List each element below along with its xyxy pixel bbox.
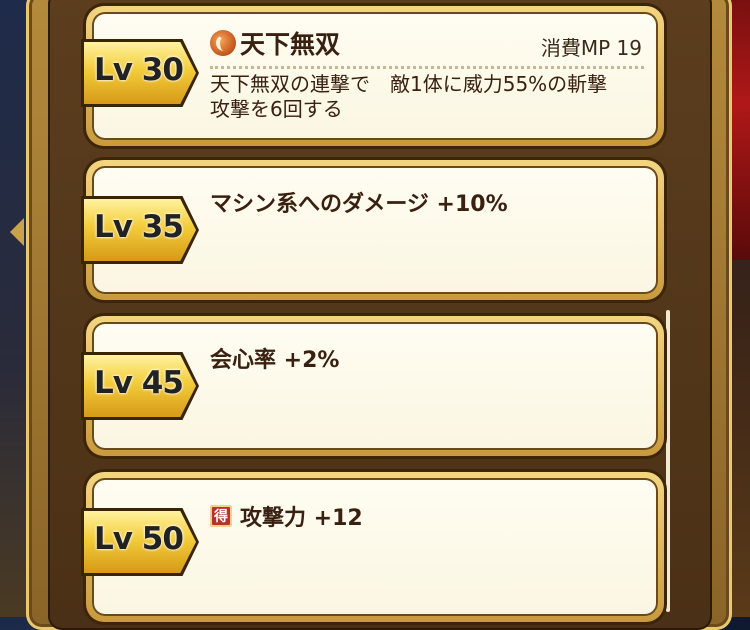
toku-badge-icon: 得 bbox=[210, 505, 232, 527]
scrollbar[interactable] bbox=[666, 310, 670, 612]
skill-effect-text: 攻撃力 +12 bbox=[240, 506, 363, 531]
level-label: Lv 50 bbox=[94, 521, 184, 557]
skill-effect: マシン系へのダメージ +10% bbox=[210, 186, 508, 218]
left-arrow-icon[interactable] bbox=[10, 218, 24, 246]
level-badge-lv50: Lv 50 bbox=[81, 508, 199, 576]
skill-effect-text: 会心率 +2% bbox=[210, 348, 340, 373]
skill-effect: 得 攻撃力 +12 bbox=[210, 500, 363, 532]
skill-slash-icon bbox=[210, 30, 236, 56]
skill-description: 天下無双の連撃で 敵1体に威力55%の斬撃 攻撃を6回する bbox=[210, 72, 608, 121]
decoration bbox=[732, 0, 750, 260]
skill-effect: 会心率 +2% bbox=[210, 342, 339, 374]
level-label: Lv 45 bbox=[94, 365, 184, 401]
level-label: Lv 30 bbox=[94, 52, 184, 88]
level-label: Lv 35 bbox=[94, 209, 184, 245]
level-badge-lv35: Lv 35 bbox=[81, 196, 199, 264]
skill-name-text: 天下無双 bbox=[240, 30, 341, 59]
skill-effect-text: マシン系へのダメージ +10% bbox=[210, 192, 508, 217]
divider bbox=[210, 66, 644, 69]
mp-cost: 消費MP 19 bbox=[540, 36, 642, 60]
level-badge-lv30: Lv 30 bbox=[81, 39, 199, 107]
skill-name: 天下無双 bbox=[210, 25, 340, 61]
level-badge-lv45: Lv 45 bbox=[81, 352, 199, 420]
